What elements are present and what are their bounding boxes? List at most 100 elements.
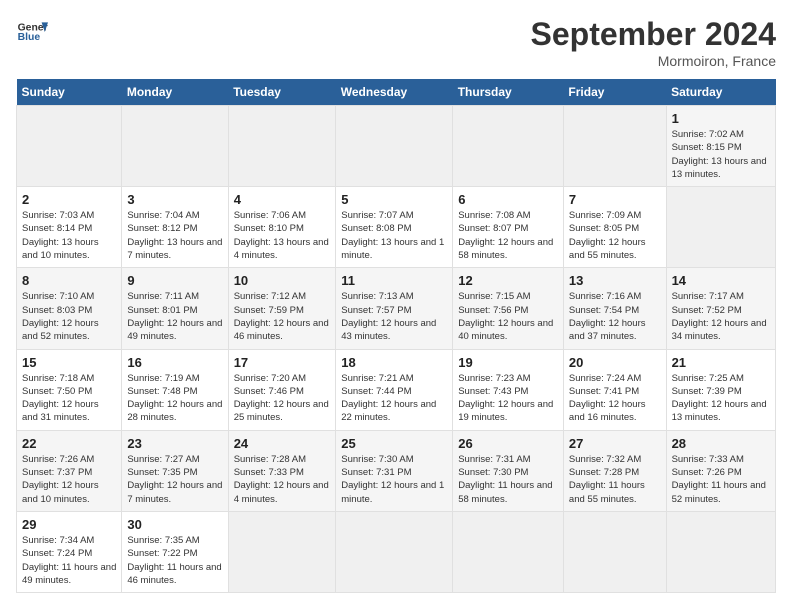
calendar-cell bbox=[666, 187, 775, 268]
day-number: 10 bbox=[234, 273, 331, 288]
day-info: Sunrise: 7:33 AMSunset: 7:26 PMDaylight:… bbox=[672, 453, 770, 506]
day-info: Sunrise: 7:34 AMSunset: 7:24 PMDaylight:… bbox=[22, 534, 116, 587]
calendar-cell: 11 Sunrise: 7:13 AMSunset: 7:57 PMDayligh… bbox=[336, 268, 453, 349]
day-info: Sunrise: 7:27 AMSunset: 7:35 PMDaylight:… bbox=[127, 453, 222, 506]
day-header-monday: Monday bbox=[122, 79, 228, 106]
day-number: 23 bbox=[127, 436, 222, 451]
calendar-cell bbox=[228, 106, 336, 187]
calendar-cell bbox=[453, 106, 564, 187]
day-number: 26 bbox=[458, 436, 558, 451]
day-number: 9 bbox=[127, 273, 222, 288]
day-number: 17 bbox=[234, 355, 331, 370]
header-row: SundayMondayTuesdayWednesdayThursdayFrid… bbox=[17, 79, 776, 106]
calendar-cell: 27 Sunrise: 7:32 AMSunset: 7:28 PMDayligh… bbox=[563, 430, 666, 511]
day-info: Sunrise: 7:15 AMSunset: 7:56 PMDaylight:… bbox=[458, 290, 558, 343]
calendar-cell: 23 Sunrise: 7:27 AMSunset: 7:35 PMDayligh… bbox=[122, 430, 228, 511]
calendar-cell bbox=[666, 511, 775, 592]
day-number: 20 bbox=[569, 355, 661, 370]
day-number: 3 bbox=[127, 192, 222, 207]
day-header-sunday: Sunday bbox=[17, 79, 122, 106]
calendar-cell bbox=[122, 106, 228, 187]
calendar-cell: 12 Sunrise: 7:15 AMSunset: 7:56 PMDayligh… bbox=[453, 268, 564, 349]
calendar-cell: 15 Sunrise: 7:18 AMSunset: 7:50 PMDayligh… bbox=[17, 349, 122, 430]
day-info: Sunrise: 7:21 AMSunset: 7:44 PMDaylight:… bbox=[341, 372, 447, 425]
calendar-cell: 29Sunrise: 7:34 AMSunset: 7:24 PMDayligh… bbox=[17, 511, 122, 592]
calendar-cell: 2 Sunrise: 7:03 AMSunset: 8:14 PMDaylight… bbox=[17, 187, 122, 268]
day-number: 28 bbox=[672, 436, 770, 451]
day-number: 21 bbox=[672, 355, 770, 370]
day-number: 19 bbox=[458, 355, 558, 370]
calendar-cell bbox=[17, 106, 122, 187]
day-info: Sunrise: 7:08 AMSunset: 8:07 PMDaylight:… bbox=[458, 209, 558, 262]
calendar-cell bbox=[336, 511, 453, 592]
calendar-table: SundayMondayTuesdayWednesdayThursdayFrid… bbox=[16, 79, 776, 593]
day-header-friday: Friday bbox=[563, 79, 666, 106]
day-number: 8 bbox=[22, 273, 116, 288]
calendar-cell: 8 Sunrise: 7:10 AMSunset: 8:03 PMDaylight… bbox=[17, 268, 122, 349]
title-block: September 2024 Mormoiron, France bbox=[531, 16, 776, 69]
calendar-cell: 28 Sunrise: 7:33 AMSunset: 7:26 PMDayligh… bbox=[666, 430, 775, 511]
calendar-cell: 26 Sunrise: 7:31 AMSunset: 7:30 PMDayligh… bbox=[453, 430, 564, 511]
page-header: General Blue September 2024 Mormoiron, F… bbox=[16, 16, 776, 69]
day-number: 2 bbox=[22, 192, 116, 207]
week-row-1: 1Sunrise: 7:02 AMSunset: 8:15 PMDaylight… bbox=[17, 106, 776, 187]
day-number: 14 bbox=[672, 273, 770, 288]
day-info: Sunrise: 7:28 AMSunset: 7:33 PMDaylight:… bbox=[234, 453, 331, 506]
day-info: Sunrise: 7:10 AMSunset: 8:03 PMDaylight:… bbox=[22, 290, 116, 343]
day-info: Sunrise: 7:25 AMSunset: 7:39 PMDaylight:… bbox=[672, 372, 770, 425]
calendar-cell bbox=[453, 511, 564, 592]
calendar-cell bbox=[228, 511, 336, 592]
day-number: 25 bbox=[341, 436, 447, 451]
calendar-cell: 4 Sunrise: 7:06 AMSunset: 8:10 PMDaylight… bbox=[228, 187, 336, 268]
day-number: 12 bbox=[458, 273, 558, 288]
week-row-3: 8 Sunrise: 7:10 AMSunset: 8:03 PMDaylight… bbox=[17, 268, 776, 349]
calendar-cell: 10 Sunrise: 7:12 AMSunset: 7:59 PMDayligh… bbox=[228, 268, 336, 349]
calendar-cell: 1Sunrise: 7:02 AMSunset: 8:15 PMDaylight… bbox=[666, 106, 775, 187]
day-info: Sunrise: 7:23 AMSunset: 7:43 PMDaylight:… bbox=[458, 372, 558, 425]
day-info: Sunrise: 7:18 AMSunset: 7:50 PMDaylight:… bbox=[22, 372, 116, 425]
day-info: Sunrise: 7:06 AMSunset: 8:10 PMDaylight:… bbox=[234, 209, 331, 262]
calendar-cell: 5Sunrise: 7:07 AMSunset: 8:08 PMDaylight… bbox=[336, 187, 453, 268]
calendar-cell: 24 Sunrise: 7:28 AMSunset: 7:33 PMDayligh… bbox=[228, 430, 336, 511]
day-info: Sunrise: 7:19 AMSunset: 7:48 PMDaylight:… bbox=[127, 372, 222, 425]
day-info: Sunrise: 7:31 AMSunset: 7:30 PMDaylight:… bbox=[458, 453, 558, 506]
day-number: 18 bbox=[341, 355, 447, 370]
calendar-cell: 19 Sunrise: 7:23 AMSunset: 7:43 PMDayligh… bbox=[453, 349, 564, 430]
day-number: 11 bbox=[341, 273, 447, 288]
day-number: 1 bbox=[672, 111, 770, 126]
calendar-cell bbox=[563, 106, 666, 187]
calendar-cell: 30Sunrise: 7:35 AMSunset: 7:22 PMDayligh… bbox=[122, 511, 228, 592]
week-row-6: 29Sunrise: 7:34 AMSunset: 7:24 PMDayligh… bbox=[17, 511, 776, 592]
calendar-cell bbox=[336, 106, 453, 187]
day-header-tuesday: Tuesday bbox=[228, 79, 336, 106]
calendar-cell: 17 Sunrise: 7:20 AMSunset: 7:46 PMDayligh… bbox=[228, 349, 336, 430]
day-info: Sunrise: 7:26 AMSunset: 7:37 PMDaylight:… bbox=[22, 453, 116, 506]
day-info: Sunrise: 7:16 AMSunset: 7:54 PMDaylight:… bbox=[569, 290, 661, 343]
day-number: 22 bbox=[22, 436, 116, 451]
main-title: September 2024 bbox=[531, 16, 776, 53]
calendar-cell: 22 Sunrise: 7:26 AMSunset: 7:37 PMDayligh… bbox=[17, 430, 122, 511]
subtitle: Mormoiron, France bbox=[531, 53, 776, 69]
day-info: Sunrise: 7:17 AMSunset: 7:52 PMDaylight:… bbox=[672, 290, 770, 343]
calendar-cell: 16Sunrise: 7:19 AMSunset: 7:48 PMDayligh… bbox=[122, 349, 228, 430]
week-row-2: 2 Sunrise: 7:03 AMSunset: 8:14 PMDaylight… bbox=[17, 187, 776, 268]
calendar-cell bbox=[563, 511, 666, 592]
calendar-cell: 20Sunrise: 7:24 AMSunset: 7:41 PMDayligh… bbox=[563, 349, 666, 430]
day-number: 4 bbox=[234, 192, 331, 207]
logo-icon: General Blue bbox=[16, 16, 48, 48]
day-info: Sunrise: 7:13 AMSunset: 7:57 PMDaylight:… bbox=[341, 290, 447, 343]
day-number: 30 bbox=[127, 517, 222, 532]
calendar-cell: 18 Sunrise: 7:21 AMSunset: 7:44 PMDayligh… bbox=[336, 349, 453, 430]
day-number: 27 bbox=[569, 436, 661, 451]
day-info: Sunrise: 7:12 AMSunset: 7:59 PMDaylight:… bbox=[234, 290, 331, 343]
day-info: Sunrise: 7:03 AMSunset: 8:14 PMDaylight:… bbox=[22, 209, 116, 262]
day-number: 15 bbox=[22, 355, 116, 370]
day-info: Sunrise: 7:32 AMSunset: 7:28 PMDaylight:… bbox=[569, 453, 661, 506]
calendar-cell: 6Sunrise: 7:08 AMSunset: 8:07 PMDaylight… bbox=[453, 187, 564, 268]
day-info: Sunrise: 7:04 AMSunset: 8:12 PMDaylight:… bbox=[127, 209, 222, 262]
day-info: Sunrise: 7:20 AMSunset: 7:46 PMDaylight:… bbox=[234, 372, 331, 425]
day-number: 24 bbox=[234, 436, 331, 451]
calendar-cell: 13Sunrise: 7:16 AMSunset: 7:54 PMDayligh… bbox=[563, 268, 666, 349]
calendar-cell: 9Sunrise: 7:11 AMSunset: 8:01 PMDaylight… bbox=[122, 268, 228, 349]
calendar-cell: 14 Sunrise: 7:17 AMSunset: 7:52 PMDayligh… bbox=[666, 268, 775, 349]
